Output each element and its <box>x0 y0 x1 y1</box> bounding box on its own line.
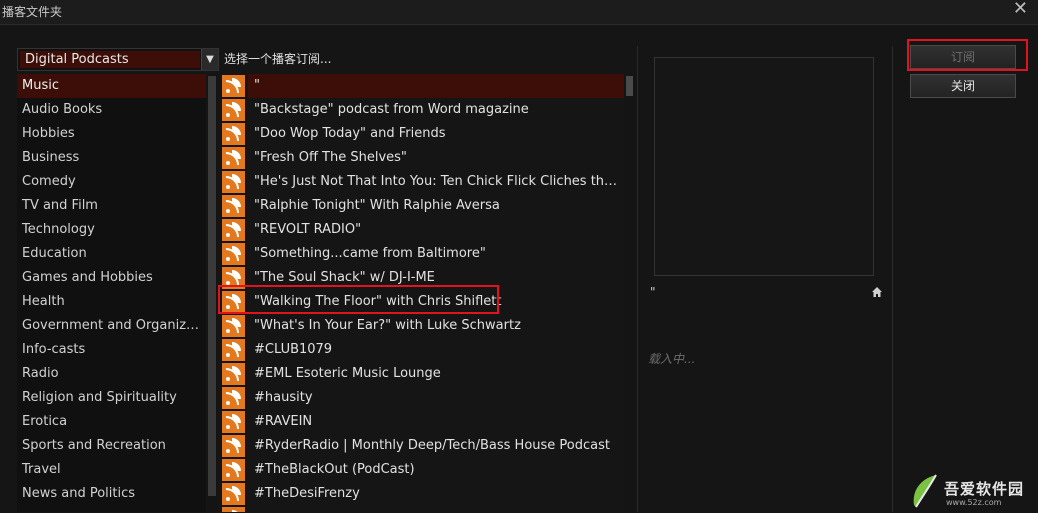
podcast-list-header: 选择一个播客订阅... <box>224 52 332 66</box>
rss-icon <box>222 339 245 361</box>
rss-icon <box>222 75 245 97</box>
category-item[interactable]: News and Politics <box>17 482 206 506</box>
home-icon[interactable] <box>871 286 883 298</box>
subscribe-button[interactable]: 订阅 <box>910 45 1016 69</box>
rss-icon <box>222 483 245 505</box>
category-item[interactable]: Hobbies <box>17 122 206 146</box>
podcast-row[interactable]: "What's In Your Ear?" with Luke Schwartz <box>222 314 624 338</box>
podcast-row[interactable]: "Backstage" podcast from Word magazine <box>222 98 624 122</box>
podcast-row[interactable]: "Ralphie Tonight" With Ralphie Aversa <box>222 194 624 218</box>
podcast-title: "The Soul Shack" w/ DJ-I-ME <box>254 270 435 285</box>
podcast-artwork <box>654 57 874 276</box>
category-scrollbar[interactable] <box>207 74 217 512</box>
podcast-title: #TheDesiFrenzy <box>254 486 360 501</box>
podcast-row[interactable]: #RAVEIN <box>222 410 624 434</box>
podcast-row[interactable]: #TheDesiFrenzy <box>222 482 624 506</box>
category-item[interactable]: Audio Books <box>17 98 206 122</box>
category-item[interactable]: Radio <box>17 362 206 386</box>
window-title: 播客文件夹 <box>2 5 63 19</box>
podcast-row[interactable]: #RyderRadio | Monthly Deep/Tech/Bass Hou… <box>222 434 624 458</box>
rss-icon <box>222 267 245 289</box>
rss-icon <box>222 123 245 145</box>
podcast-title: #EML Esoteric Music Lounge <box>254 366 441 381</box>
category-list: Music Audio Books Hobbies Business Comedy TV … <box>17 74 206 512</box>
podcast-title: "Walking The Floor" with Chris Shiflett <box>254 294 502 309</box>
podcast-row[interactable]: "Fresh Off The Shelves" <box>222 146 624 170</box>
rss-icon <box>222 291 245 313</box>
category-dropdown[interactable]: Digital Podcasts ▼ <box>17 48 219 71</box>
rss-icon <box>222 99 245 121</box>
podcast-title: "Fresh Off The Shelves" <box>254 150 407 165</box>
podcast-row[interactable]: #CLUB1079 <box>222 338 624 362</box>
podcast-row[interactable] <box>222 506 624 512</box>
category-item[interactable]: Religion and Spirituality <box>17 386 206 410</box>
category-item[interactable]: Erotica <box>17 410 206 434</box>
category-scrollbar-thumb[interactable] <box>208 76 216 496</box>
podcast-title: "He's Just Not That Into You: Ten Chick … <box>254 174 624 189</box>
watermark: 吾爱软件园 www.52z.com <box>908 470 1038 512</box>
rss-icon <box>222 243 245 265</box>
podcast-list: " "Backstage" podcast from Word magazine "… <box>222 74 624 512</box>
podcast-row[interactable]: "Doo Wop Today" and Friends <box>222 122 624 146</box>
rss-icon <box>222 147 245 169</box>
rss-icon <box>222 507 245 512</box>
dropdown-arrow-icon[interactable]: ▼ <box>201 49 218 70</box>
category-item[interactable]: Education <box>17 242 206 266</box>
rss-icon <box>222 171 245 193</box>
category-item[interactable]: Business <box>17 146 206 170</box>
podcast-row[interactable]: "REVOLT RADIO" <box>222 218 624 242</box>
podcast-title: "Doo Wop Today" and Friends <box>254 126 446 141</box>
close-icon[interactable]: ✕ <box>1013 0 1028 19</box>
podcast-row[interactable]: "Something...came from Baltimore" <box>222 242 624 266</box>
podcast-title: "What's In Your Ear?" with Luke Schwartz <box>254 318 521 333</box>
podcast-row[interactable]: " <box>222 74 624 98</box>
title-bar: 播客文件夹 ✕ <box>0 0 1038 24</box>
podcast-title <box>248 506 624 512</box>
rss-icon <box>222 435 245 457</box>
category-item[interactable]: Info-casts <box>17 338 206 362</box>
category-item[interactable]: Sports and Recreation <box>17 434 206 458</box>
podcast-row[interactable]: #EML Esoteric Music Lounge <box>222 362 624 386</box>
category-item[interactable]: TV and Film <box>17 194 206 218</box>
podcast-title: "Backstage" podcast from Word magazine <box>254 102 529 117</box>
category-dropdown-value: Digital Podcasts <box>20 51 200 68</box>
podcast-title: " <box>248 74 624 98</box>
rss-icon <box>222 315 245 337</box>
category-item[interactable]: Travel <box>17 458 206 482</box>
podcast-title: "REVOLT RADIO" <box>254 222 362 237</box>
category-item[interactable]: Games and Hobbies <box>17 266 206 290</box>
rss-icon <box>222 387 245 409</box>
rss-icon <box>222 411 245 433</box>
rss-icon <box>222 459 245 481</box>
podcast-scrollbar[interactable] <box>624 74 636 512</box>
rss-icon <box>222 363 245 385</box>
podcast-row[interactable]: "Walking The Floor" with Chris Shiflett <box>222 290 624 314</box>
preview-title: " <box>650 285 656 299</box>
rss-icon <box>222 219 245 241</box>
category-item[interactable]: Music <box>17 74 206 98</box>
watermark-text: 吾爱软件园 <box>944 480 1025 498</box>
podcast-row[interactable]: #TheBlackOut (PodCast) <box>222 458 624 482</box>
podcast-title: #CLUB1079 <box>254 342 333 357</box>
watermark-url: www.52z.com <box>946 498 1002 507</box>
podcast-title: #hausity <box>254 390 313 405</box>
category-item[interactable]: Government and Organizati... <box>17 314 206 338</box>
podcast-title: #TheBlackOut (PodCast) <box>254 462 415 477</box>
loading-text: 载入中... <box>648 352 696 366</box>
category-item[interactable]: Technology <box>17 218 206 242</box>
podcast-title: "Ralphie Tonight" With Ralphie Aversa <box>254 198 500 213</box>
podcast-row[interactable]: "The Soul Shack" w/ DJ-I-ME <box>222 266 624 290</box>
podcast-row[interactable]: "He's Just Not That Into You: Ten Chick … <box>222 170 624 194</box>
watermark-logo-icon <box>913 474 937 508</box>
podcast-title: #RAVEIN <box>254 414 313 429</box>
close-button[interactable]: 关闭 <box>910 74 1016 98</box>
rss-icon <box>222 195 245 217</box>
podcast-title: "Something...came from Baltimore" <box>254 246 486 261</box>
category-item[interactable]: Comedy <box>17 170 206 194</box>
category-item[interactable]: Health <box>17 290 206 314</box>
podcast-title: #RyderRadio | Monthly Deep/Tech/Bass Hou… <box>254 438 610 453</box>
podcast-scrollbar-thumb[interactable] <box>626 76 633 96</box>
podcast-row[interactable]: #hausity <box>222 386 624 410</box>
